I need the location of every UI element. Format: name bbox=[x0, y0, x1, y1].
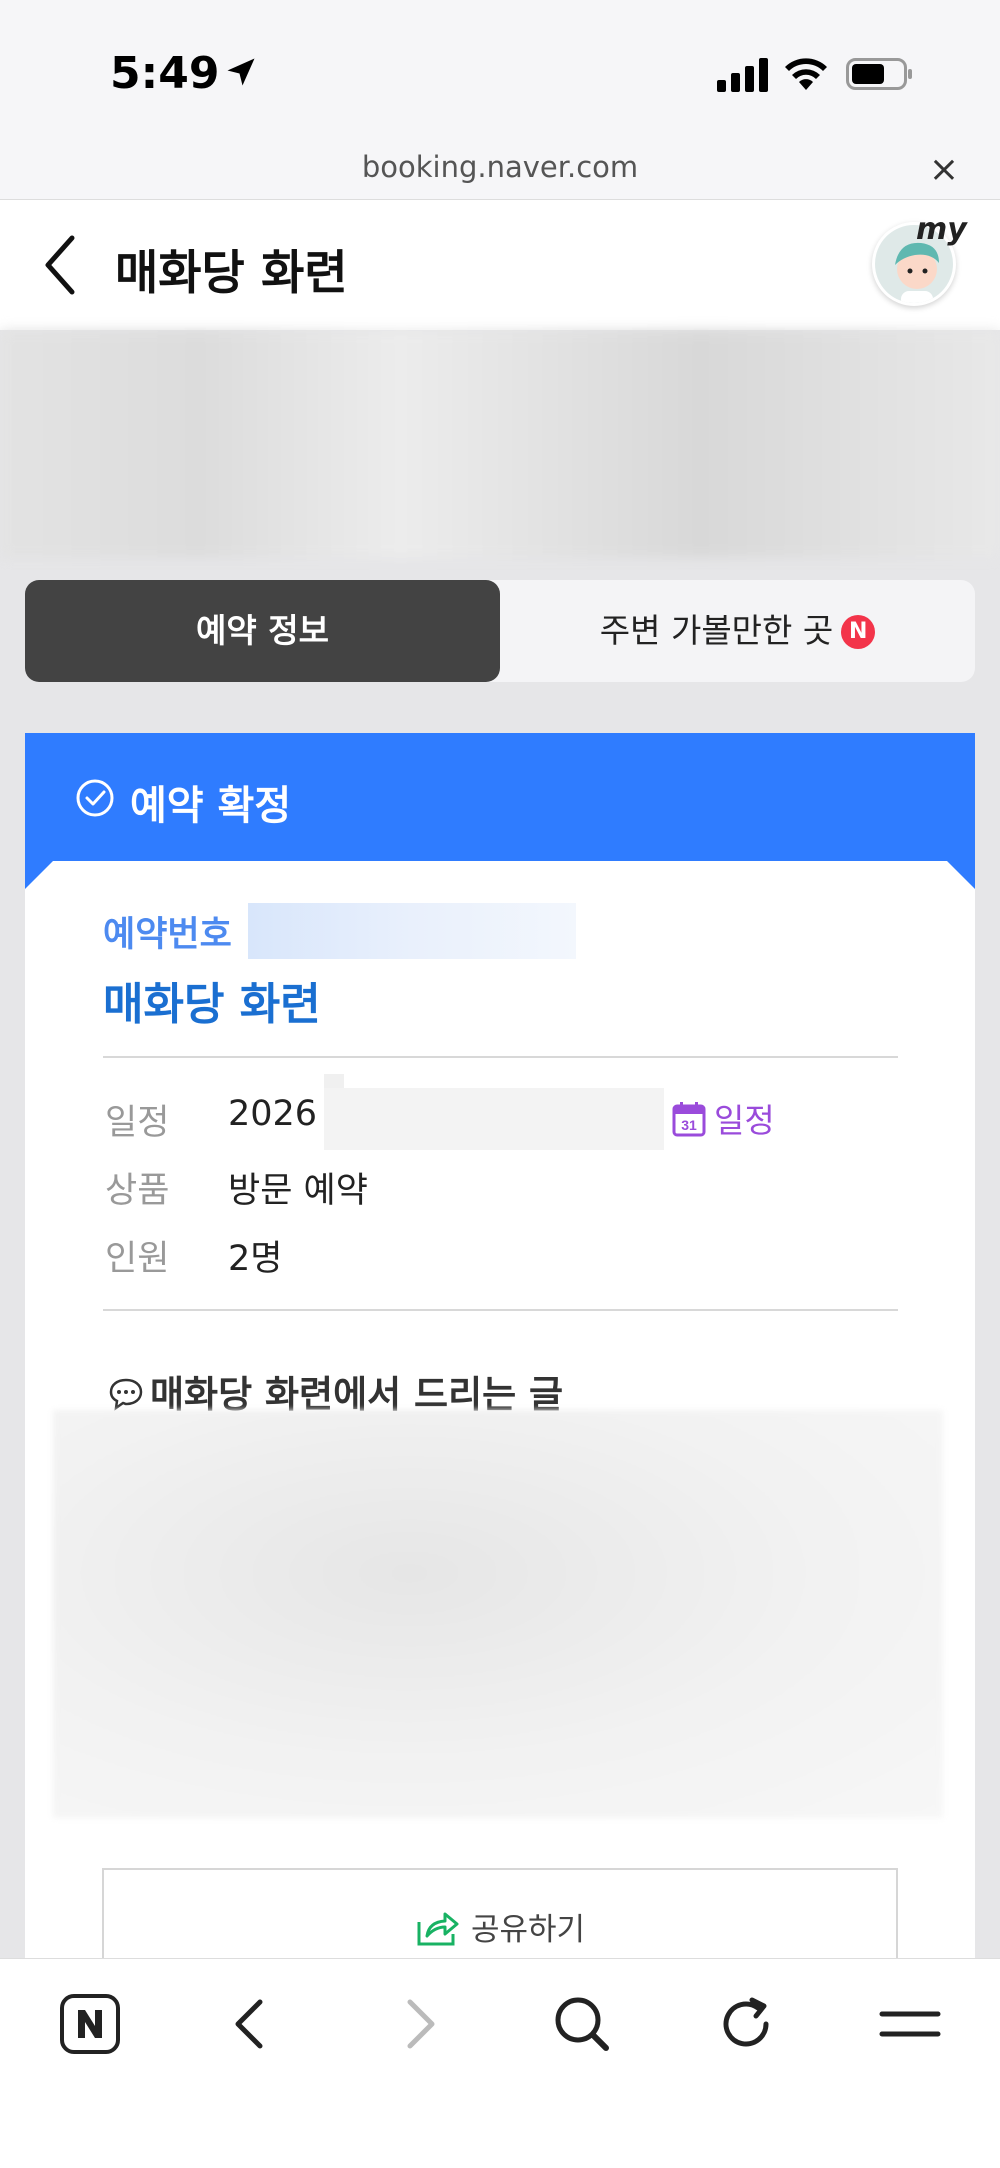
tab-reservation-info[interactable]: 예약 정보 bbox=[25, 580, 500, 682]
schedule-redacted-top bbox=[324, 1074, 344, 1088]
location-arrow-icon bbox=[227, 58, 255, 86]
naver-icon[interactable] bbox=[58, 1992, 122, 2056]
page-title: 매화당 화련 bbox=[115, 246, 348, 301]
search-icon[interactable] bbox=[550, 1992, 614, 2056]
add-calendar-button[interactable]: 31 일정 bbox=[672, 1094, 775, 1142]
browser-toolbar bbox=[0, 1958, 1000, 2168]
card-notch-right bbox=[947, 861, 975, 889]
page-header: 매화당 화련 bbox=[0, 200, 1000, 330]
reservation-number-redacted bbox=[248, 903, 576, 959]
battery-icon bbox=[846, 58, 912, 90]
calendar-icon: 31 bbox=[672, 1102, 706, 1137]
shop-message-redacted bbox=[53, 1410, 943, 1818]
back-icon[interactable] bbox=[40, 230, 80, 300]
status-time: 5:49 bbox=[110, 48, 259, 99]
cellular-signal-icon bbox=[717, 58, 768, 92]
card-notch-left bbox=[25, 861, 53, 889]
tab-nearby-places-label: 주변 가볼만한 곳 bbox=[599, 611, 834, 650]
divider bbox=[103, 1056, 898, 1058]
status-time-text: 5:49 bbox=[110, 48, 220, 99]
schedule-value: 2026 bbox=[228, 1094, 318, 1134]
divider bbox=[103, 1309, 898, 1311]
wifi-icon bbox=[785, 58, 827, 90]
url-text[interactable]: booking.naver.com bbox=[0, 150, 1000, 184]
avatar-my-label: my bbox=[916, 212, 967, 247]
new-badge: N bbox=[841, 615, 876, 649]
menu-icon[interactable] bbox=[878, 1992, 942, 2056]
people-label: 인원 bbox=[105, 1239, 170, 1279]
speech-bubble-icon bbox=[109, 1378, 143, 1411]
product-value: 방문 예약 bbox=[228, 1171, 368, 1211]
tab-nearby-places[interactable]: 주변 가볼만한 곳N bbox=[500, 580, 975, 682]
check-circle-icon bbox=[76, 779, 114, 817]
confirmation-label: 예약 확정 bbox=[130, 783, 292, 829]
close-icon[interactable]: × bbox=[928, 150, 960, 190]
reload-icon[interactable] bbox=[714, 1992, 778, 2056]
people-value: 2명 bbox=[228, 1239, 283, 1279]
reservation-number-label: 예약번호 bbox=[103, 915, 232, 955]
confirmation-banner: 예약 확정 bbox=[25, 733, 975, 861]
shop-banner-image bbox=[0, 330, 1000, 558]
share-label: 공유하기 bbox=[470, 1912, 586, 1948]
back-icon[interactable] bbox=[220, 1992, 284, 2056]
schedule-label: 일정 bbox=[105, 1103, 170, 1143]
product-label: 상품 bbox=[105, 1171, 170, 1211]
svg-text:31: 31 bbox=[681, 1117, 697, 1133]
tab-reservation-info-label: 예약 정보 bbox=[196, 611, 329, 650]
add-calendar-label: 일정 bbox=[714, 1101, 775, 1140]
shop-name[interactable]: 매화당 화련 bbox=[103, 968, 321, 1032]
schedule-redacted bbox=[324, 1088, 664, 1150]
share-icon bbox=[417, 1912, 459, 1946]
forward-icon[interactable] bbox=[386, 1992, 450, 2056]
